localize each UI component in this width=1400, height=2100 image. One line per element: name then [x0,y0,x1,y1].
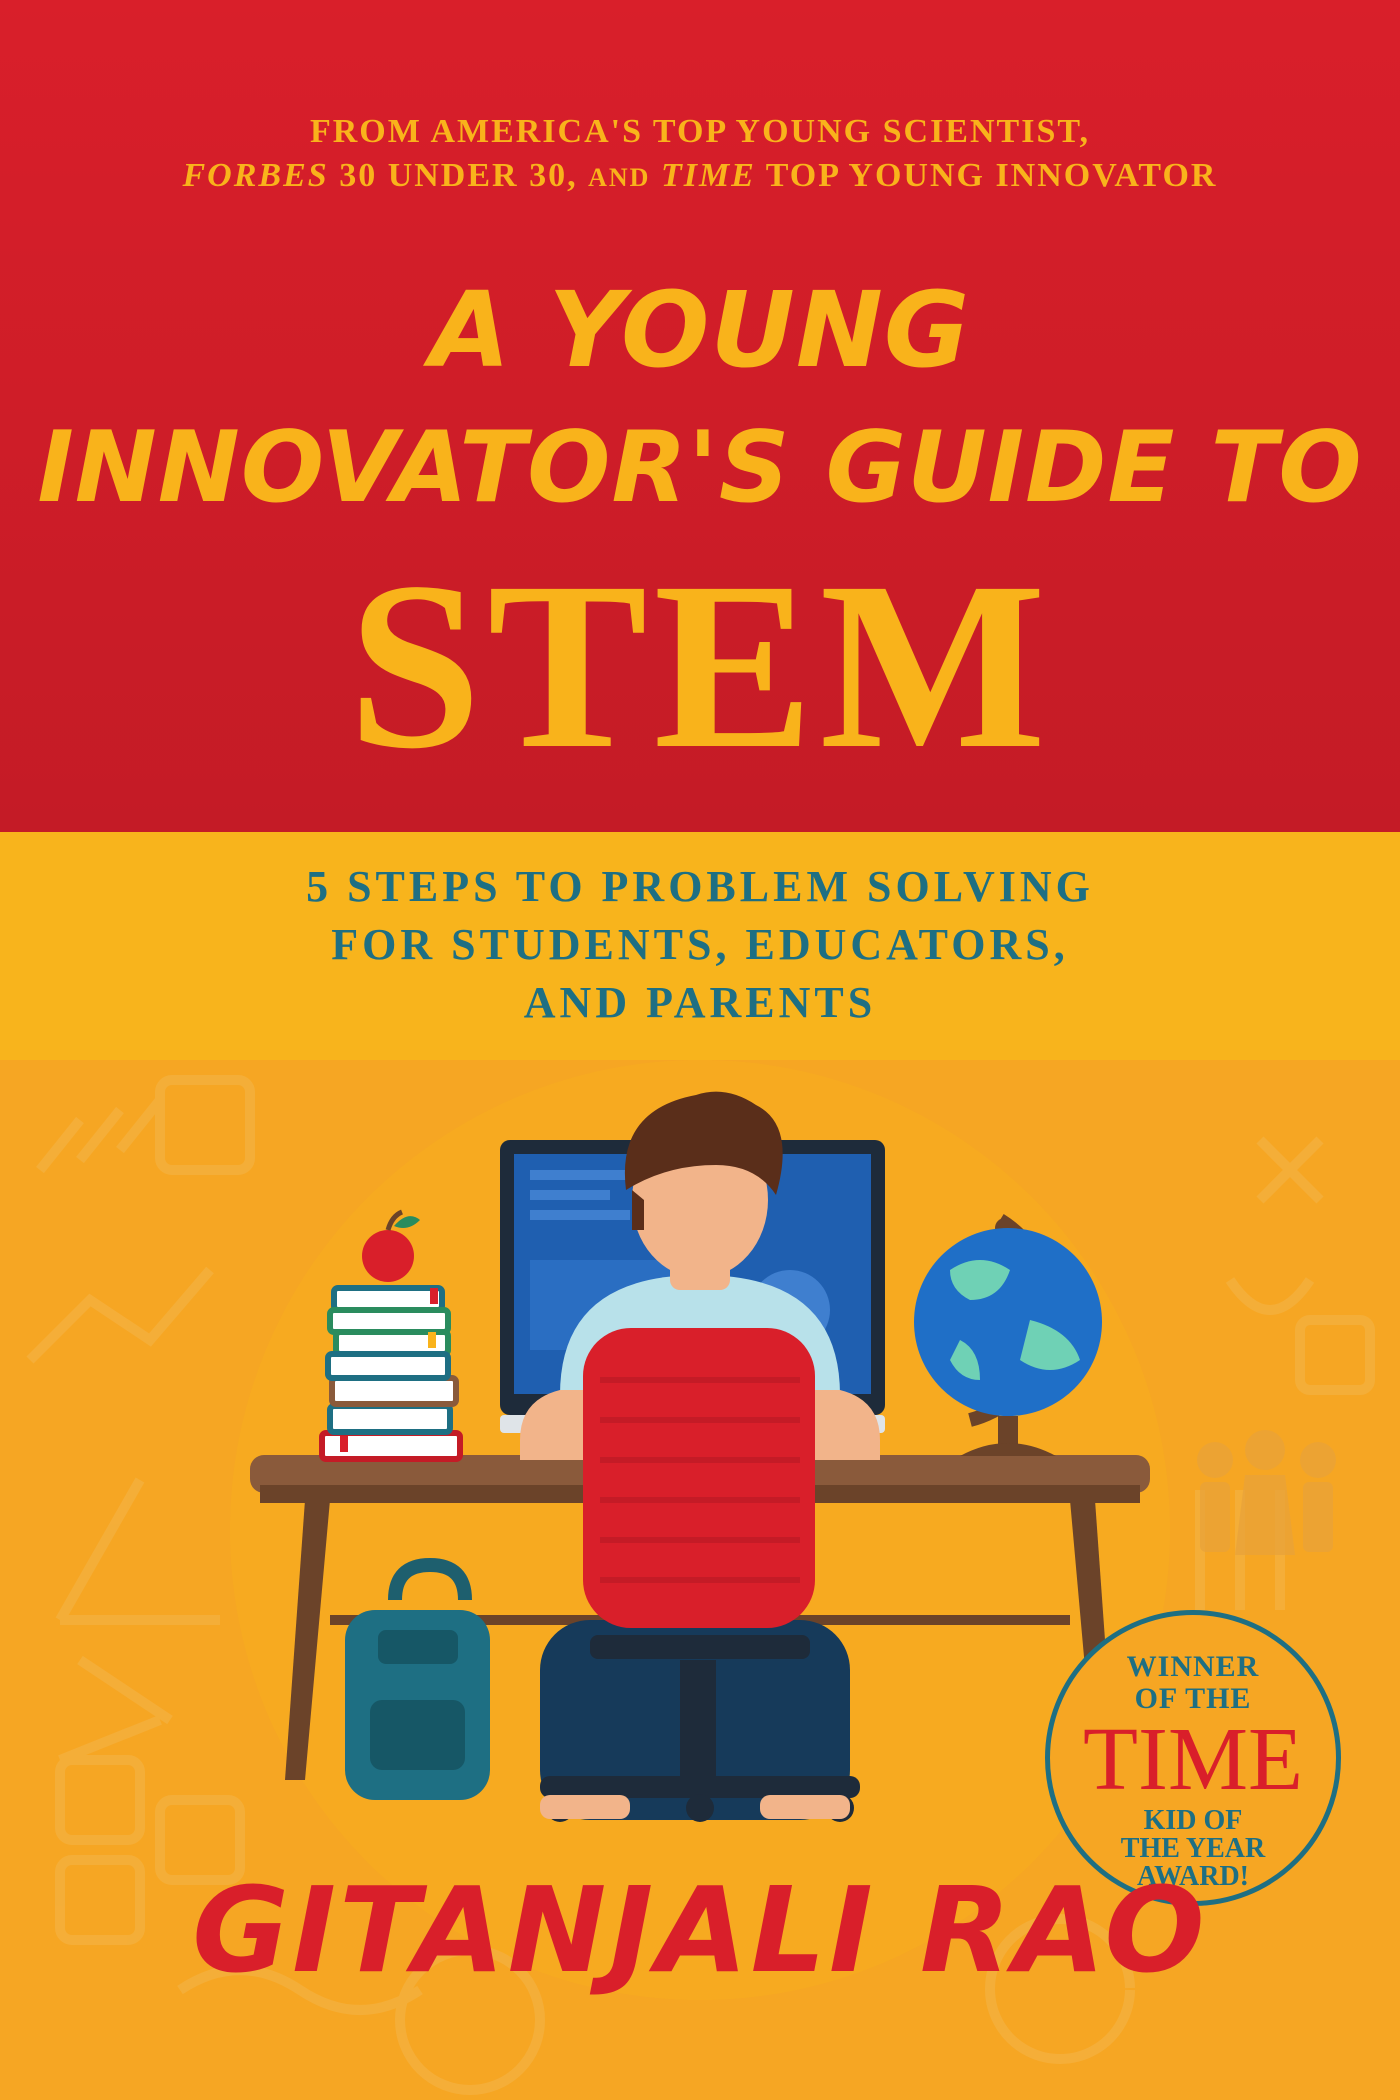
endorsement-line-2: FORBES 30 UNDER 30, AND TIME TOP YOUNG I… [0,154,1400,200]
title-line-2: INNOVATOR'S GUIDE TO [37,411,1363,525]
badge-line-1: WINNER [1126,1650,1260,1683]
red-chair [540,1328,860,1822]
subtitle-line-1: 5 STEPS TO PROBLEM SOLVING [306,862,1094,911]
endorsement-line-1: FROM AMERICA'S TOP YOUNG SCIENTIST, [309,113,1091,150]
subtitle: 5 STEPS TO PROBLEM SOLVING FOR STUDENTS,… [0,858,1400,1032]
badge-line-3: KID OF [1143,1805,1243,1836]
book-stack-icon [319,1285,463,1462]
author-name: GITANJALI RAO [192,1861,1208,1999]
subtitle-line-2: FOR STUDENTS, EDUCATORS, [331,920,1069,969]
title-line-1: A YOUNG [429,269,971,391]
title-stem: STEM [347,532,1053,798]
endorsement-mid-2: TOP YOUNG INNOVATOR [755,157,1218,194]
badge-line-4: THE YEAR [1120,1833,1266,1864]
book-cover: FROM AMERICA'S TOP YOUNG SCIENTIST, FORB… [0,0,1400,2100]
endorsement-mid-1: 30 UNDER 30, [328,157,589,194]
and-text: AND [588,163,651,192]
endorsement-text: FROM AMERICA'S TOP YOUNG SCIENTIST, FORB… [0,110,1400,200]
time-text: TIME [660,157,756,194]
subtitle-line-3: AND PARENTS [523,978,877,1027]
badge-time-logo: TIME [1083,1710,1303,1809]
family-icon [1197,1430,1336,1555]
forbes-text: FORBES [182,157,329,194]
